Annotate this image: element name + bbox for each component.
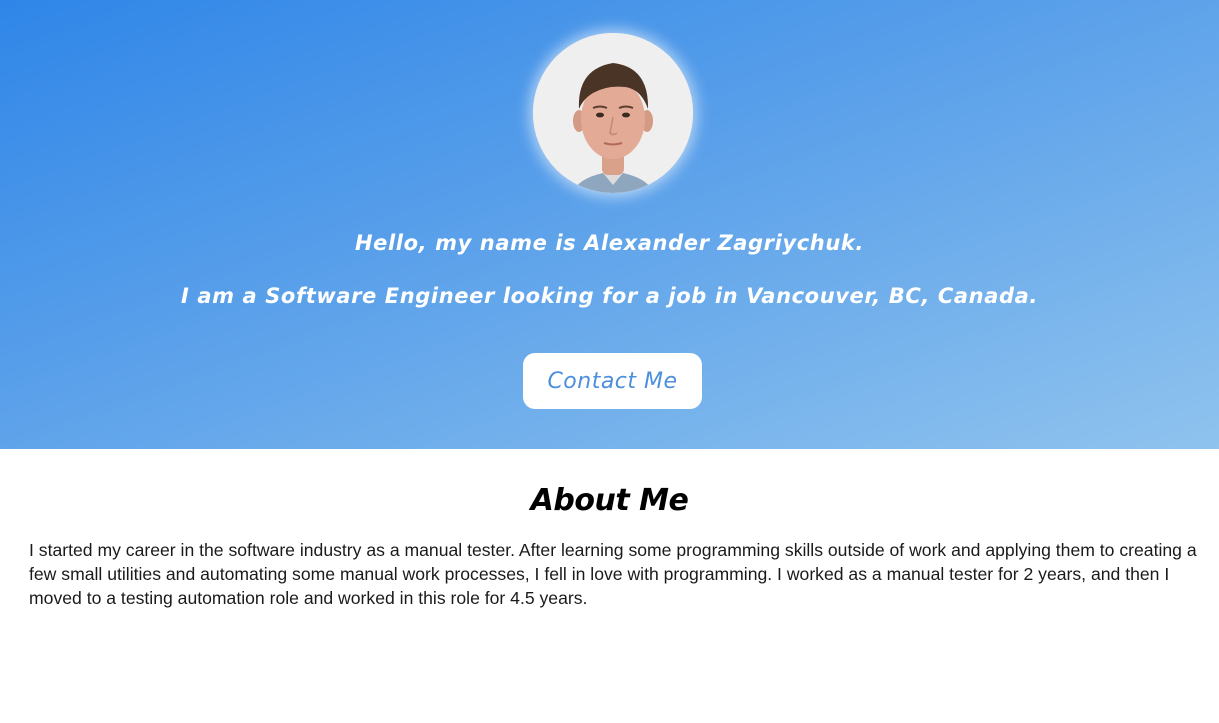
- about-paragraph: I started my career in the software indu…: [29, 540, 1197, 608]
- contact-me-button[interactable]: Contact Me: [523, 353, 702, 409]
- avatar: [533, 33, 693, 193]
- about-title: About Me: [530, 483, 689, 518]
- hero-greeting: Hello, my name is Alexander Zagriychuk.: [354, 231, 865, 255]
- hero-section: Hello, my name is Alexander Zagriychuk. …: [0, 0, 1219, 449]
- avatar-portrait-image: [533, 33, 693, 193]
- hero-tagline: I am a Software Engineer looking for a j…: [181, 284, 1038, 308]
